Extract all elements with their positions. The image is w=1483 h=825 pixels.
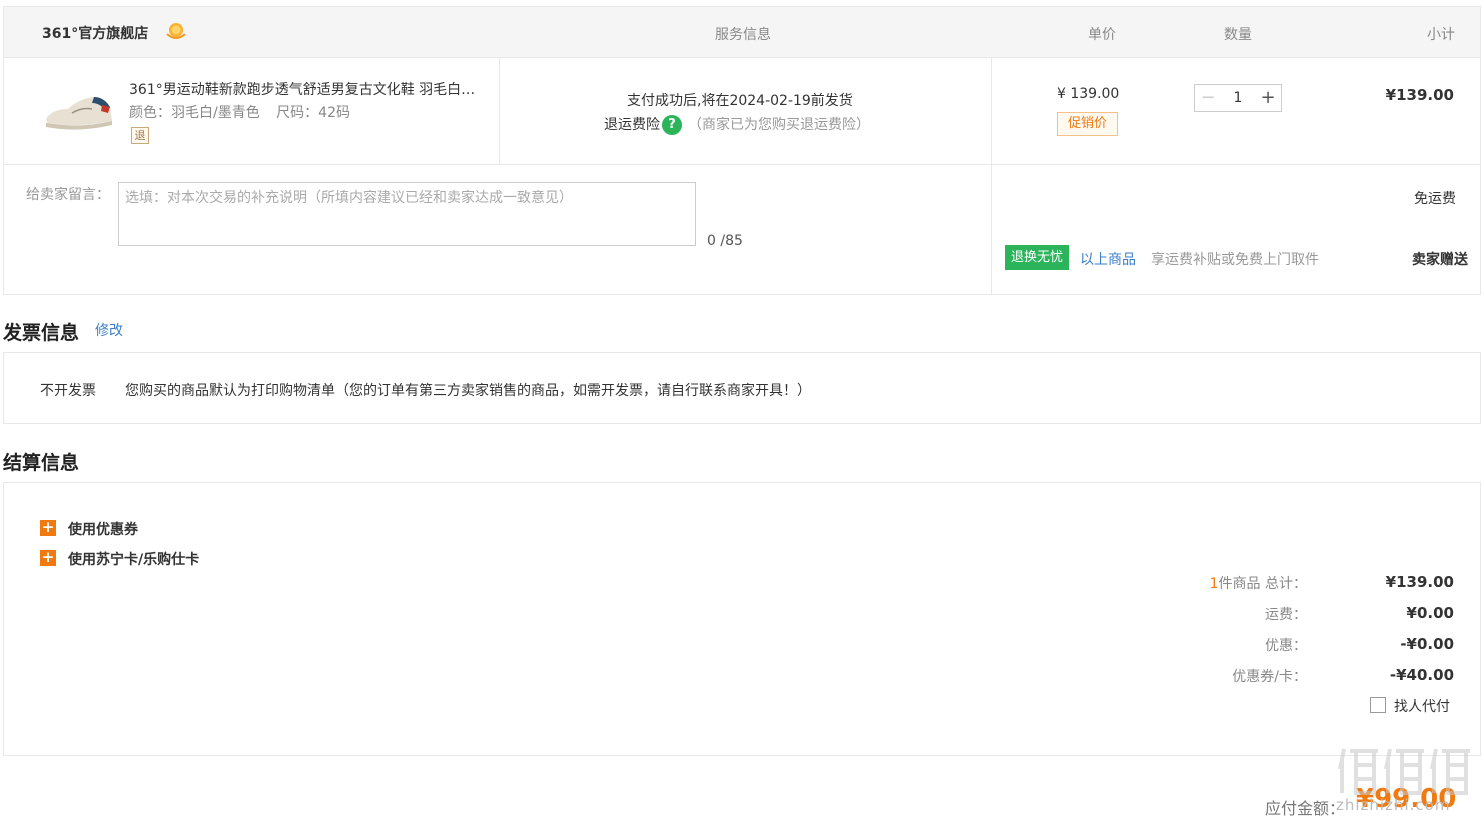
worry-free-desc: 享运费补贴或免费上门取件	[1151, 252, 1319, 268]
order-item-row: 361°男运动鞋新款跑步透气舒适男复古文化鞋 羽毛白/墨青色 颜色：羽毛白/墨青…	[4, 58, 1480, 165]
question-circle-icon[interactable]: ?	[662, 115, 682, 135]
refund-insurance: 退运费险? （商家已为您购买退运费险）	[604, 114, 870, 135]
worry-free-link[interactable]: 以上商品	[1080, 249, 1136, 269]
proxy-pay-checkbox[interactable]	[1370, 697, 1386, 713]
watermark-text: zhizhizhi.com	[1336, 796, 1451, 814]
message-row: 给卖家留言： 0 /85 免运费 退换无忧 以上商品 享运费补贴或免费上门取件 …	[4, 165, 1480, 295]
col-head-quantity: 数量	[1224, 27, 1252, 43]
message-char-count: 0 /85	[707, 233, 743, 249]
divider	[991, 165, 992, 295]
unit-price: ¥ 139.00	[1057, 86, 1120, 102]
use-coupon-option[interactable]: 使用优惠券	[68, 519, 138, 539]
product-size: 尺码：42码	[276, 105, 350, 121]
summary-shipping-label: 运费：	[1265, 607, 1307, 623]
product-spec: 颜色：羽毛白/墨青色 尺码：42码	[129, 102, 362, 122]
invoice-desc: 您购买的商品默认为打印购物清单（您的订单有第三方卖家销售的商品，如需开发票，请自…	[125, 383, 811, 399]
settlement-box: + 使用优惠券 + 使用苏宁卡/乐购仕卡 1件商品 总计： ¥139.00 运费…	[3, 482, 1481, 756]
seller-message-input[interactable]	[118, 182, 696, 246]
col-head-service: 服务信息	[715, 27, 771, 43]
product-color: 颜色：羽毛白/墨青色	[129, 105, 260, 121]
item-count-suffix: 件商品 总计：	[1218, 576, 1307, 592]
worry-free-badge: 退换无忧	[1005, 245, 1070, 270]
quantity-decrease-button[interactable]: −	[1195, 85, 1221, 111]
col-head-unit-price: 单价	[1088, 27, 1116, 43]
invoice-section-title: 发票信息	[3, 322, 80, 344]
ship-notice: 支付成功后,将在2024-02-19前发货	[627, 93, 853, 109]
message-label: 给卖家留言：	[26, 187, 110, 203]
use-gift-card-option[interactable]: 使用苏宁卡/乐购仕卡	[68, 549, 199, 569]
item-subtotal: ¥139.00	[1385, 86, 1454, 104]
sun-badge-icon	[166, 23, 186, 39]
settlement-section-title: 结算信息	[3, 452, 80, 474]
item-count: 1	[1209, 576, 1219, 592]
plus-square-icon[interactable]: +	[40, 520, 56, 536]
divider	[991, 58, 992, 164]
quantity-input[interactable]	[1221, 85, 1255, 111]
divider	[499, 58, 500, 164]
shop-name[interactable]: 361°官方旗舰店	[42, 23, 148, 43]
proxy-pay-label[interactable]: 找人代付	[1394, 696, 1450, 716]
invoice-edit-link[interactable]: 修改	[95, 320, 123, 340]
summary-discount-label: 优惠：	[1265, 638, 1307, 654]
summary-coupon-label: 优惠券/卡：	[1232, 669, 1307, 685]
refund-insurance-label: 退运费险	[604, 117, 660, 133]
quantity-increase-button[interactable]: +	[1255, 85, 1281, 111]
plus-square-icon[interactable]: +	[40, 550, 56, 566]
product-name-link[interactable]: 361°男运动鞋新款跑步透气舒适男复古文化鞋 羽毛白/墨青色	[129, 79, 479, 99]
summary-discount-value: -¥0.00	[1400, 635, 1454, 653]
summary-total-label: 1件商品 总计：	[1107, 573, 1307, 593]
col-head-subtotal: 小计	[1427, 27, 1455, 43]
invoice-type: 不开发票	[40, 383, 96, 399]
watermark-logo-icon	[1338, 748, 1470, 795]
refund-insurance-note: （商家已为您购买退运费险）	[688, 117, 870, 133]
summary-coupon-value: -¥40.00	[1389, 666, 1454, 684]
invoice-box: 不开发票 您购买的商品默认为打印购物清单（您的订单有第三方卖家销售的商品，如需开…	[3, 352, 1481, 424]
refund-tag-icon: 退	[131, 127, 149, 144]
free-shipping-label: 免运费	[1414, 191, 1456, 207]
payable-label: 应付金额：	[1265, 799, 1346, 818]
order-header: 361°官方旗舰店 服务信息 单价 数量 小计	[4, 7, 1480, 58]
quantity-stepper: − +	[1194, 84, 1282, 112]
order-table: 361°官方旗舰店 服务信息 单价 数量 小计 361°男运动鞋新款跑步透气舒适…	[3, 6, 1481, 295]
promo-price-tag: 促销价	[1057, 112, 1118, 136]
seller-gift-label: 卖家赠送	[1412, 252, 1468, 268]
product-thumbnail[interactable]	[42, 83, 114, 135]
summary-total-value: ¥139.00	[1385, 573, 1454, 591]
summary-shipping-value: ¥0.00	[1406, 604, 1454, 622]
